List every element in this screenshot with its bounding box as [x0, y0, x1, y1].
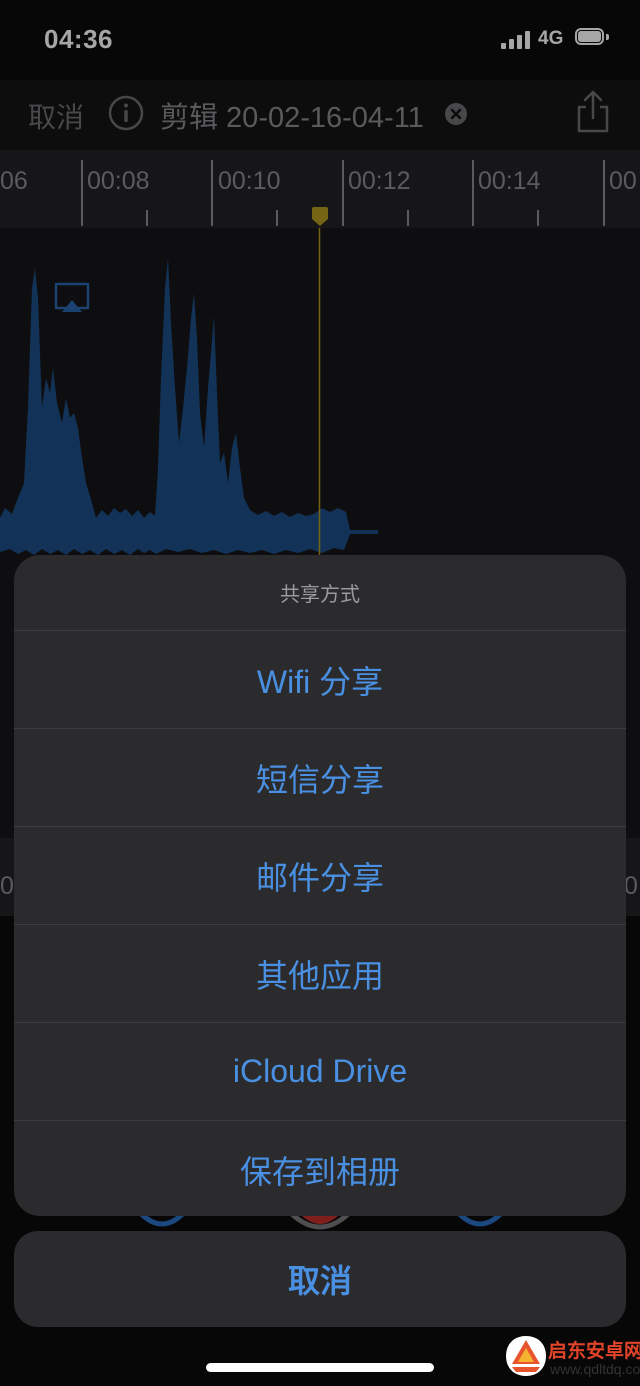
- share-option-icloud-drive[interactable]: iCloud Drive: [14, 1023, 626, 1121]
- watermark-url: www.qdltdq.com: [550, 1361, 640, 1377]
- share-option-save-to-album[interactable]: 保存到相册: [14, 1121, 626, 1216]
- watermark: 启东安卓网 www.qdltdq.com: [498, 1328, 640, 1386]
- share-option-other-apps[interactable]: 其他应用: [14, 925, 626, 1023]
- share-action-sheet: 共享方式 Wifi 分享 短信分享 邮件分享 其他应用 iCloud Drive…: [14, 555, 626, 1216]
- share-cancel-button[interactable]: 取消: [14, 1231, 626, 1327]
- watermark-text: 启东安卓网: [548, 1341, 640, 1362]
- share-sheet-title: 共享方式: [14, 555, 626, 631]
- share-option-wifi[interactable]: Wifi 分享: [14, 631, 626, 729]
- watermark-logo-icon: [506, 1336, 546, 1376]
- share-option-mail[interactable]: 邮件分享: [14, 827, 626, 925]
- share-option-sms[interactable]: 短信分享: [14, 729, 626, 827]
- home-indicator[interactable]: [206, 1363, 434, 1372]
